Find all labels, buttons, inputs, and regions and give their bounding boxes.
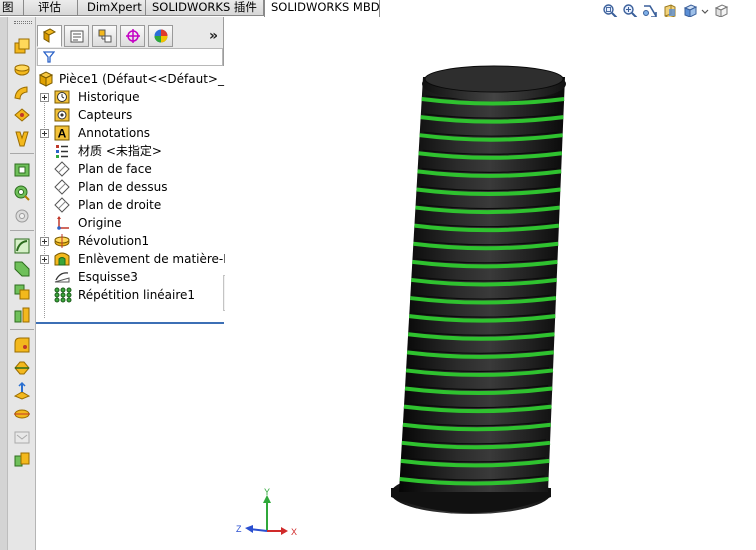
boundary-cut-icon[interactable]	[12, 282, 32, 302]
more-tabs-button[interactable]: »	[209, 28, 218, 44]
svg-text:A: A	[58, 127, 67, 141]
extruded-cut-icon[interactable]	[12, 160, 32, 180]
triad-y-label: Y	[264, 487, 270, 497]
feature-tree-filter[interactable]	[37, 48, 223, 66]
linear-pattern-icon	[54, 287, 72, 304]
property-manager-tab[interactable]	[64, 25, 89, 47]
tree-item-label: Esquisse3	[78, 270, 138, 284]
tab-solidworks-addins[interactable]: SOLIDWORKS 插件	[146, 0, 264, 16]
coordinate-triad: Y X Z	[236, 487, 297, 537]
swept-cut-icon[interactable]	[12, 236, 32, 256]
tree-item-label: Origine	[78, 216, 122, 230]
chamfer-icon[interactable]	[12, 358, 32, 378]
fillet-icon[interactable]	[12, 335, 32, 355]
configuration-manager-tab[interactable]	[92, 25, 117, 47]
plane-icon	[54, 197, 71, 214]
feature-manager-tabs: »	[36, 25, 224, 47]
tab-dimxpert[interactable]: DimXpert	[78, 0, 146, 16]
tree-item-label: Capteurs	[78, 108, 133, 122]
lofted-cut-icon[interactable]	[12, 259, 32, 279]
expand-toggle[interactable]	[40, 255, 49, 264]
shell-icon[interactable]	[12, 305, 32, 325]
filter-icon	[42, 51, 56, 66]
sketch-icon	[54, 269, 71, 286]
triad-x-label: X	[291, 527, 297, 537]
dimxpert-manager-tab[interactable]	[120, 25, 145, 47]
feature-manager-panel: » Pièce1 (Défaut<<Défaut>_E Historique C…	[36, 17, 232, 550]
wrap-icon[interactable]	[12, 450, 32, 470]
tree-guide-line	[44, 94, 45, 318]
expand-toggle[interactable]	[40, 129, 49, 138]
annotations-icon: A	[54, 125, 71, 142]
tree-item-label: Enlèvement de matière-R	[78, 252, 232, 266]
revolved-cut-icon[interactable]	[12, 206, 32, 226]
display-manager-tab[interactable]	[148, 25, 173, 47]
triad-x-arrow	[281, 527, 288, 535]
revolve-icon	[54, 233, 71, 250]
threaded-cylinder-model[interactable]: Y X Z	[225, 17, 756, 550]
tree-item-label: Révolution1	[78, 234, 150, 248]
feature-manager-tab[interactable]	[37, 25, 62, 47]
tree-item-label: 材质 <未指定>	[78, 144, 162, 158]
plane-icon	[54, 161, 71, 178]
triad-z-arrow	[245, 525, 253, 533]
tree-item-label: Historique	[78, 90, 140, 104]
tree-item-label: Plan de droite	[78, 198, 162, 212]
sensors-icon	[54, 107, 71, 124]
material-icon	[54, 143, 71, 160]
rib-icon[interactable]	[12, 381, 32, 401]
swept-boss-icon[interactable]	[12, 83, 32, 103]
tree-root-label: Pièce1 (Défaut<<Défaut>_E	[59, 72, 232, 86]
top-cap-face	[424, 65, 564, 93]
history-icon	[54, 89, 71, 106]
features-toolbar	[0, 17, 36, 550]
hole-wizard-icon[interactable]	[12, 183, 32, 203]
draft-icon[interactable]	[12, 404, 32, 424]
expand-toggle[interactable]	[40, 237, 49, 246]
expand-toggle[interactable]	[40, 93, 49, 102]
plane-icon	[54, 179, 71, 196]
revolved-boss-icon[interactable]	[12, 60, 32, 80]
tree-item-label: Annotations	[78, 126, 151, 140]
extruded-boss-icon[interactable]	[12, 37, 32, 57]
rollback-bar[interactable]	[36, 322, 224, 324]
graphics-area[interactable]: Y X Z	[225, 17, 756, 550]
lofted-boss-icon[interactable]	[12, 106, 32, 126]
tree-item-label: Plan de face	[78, 162, 152, 176]
dome-icon[interactable]	[12, 427, 32, 447]
feature-tree: Pièce1 (Défaut<<Défaut>_E Historique Cap…	[36, 66, 232, 550]
boundary-boss-icon[interactable]	[12, 129, 32, 149]
tab-evaluate[interactable]: 评估	[24, 0, 78, 16]
triad-z-label: Z	[236, 524, 242, 534]
tab-drawing[interactable]: 图	[0, 0, 24, 16]
tab-solidworks-mbd[interactable]: SOLIDWORKS MBD	[264, 0, 380, 18]
toolbar-edge	[0, 17, 8, 550]
toolbar-separator	[10, 153, 34, 154]
cut-revolve-icon	[54, 251, 71, 268]
origin-icon	[54, 215, 71, 232]
toolbar-grip[interactable]	[14, 21, 32, 24]
toolbar-separator	[10, 230, 34, 231]
tree-item-label: Répétition linéaire1	[78, 288, 196, 302]
toolbar-separator	[10, 329, 34, 330]
tree-item-label: Plan de dessus	[78, 180, 168, 194]
part-icon	[38, 71, 55, 88]
